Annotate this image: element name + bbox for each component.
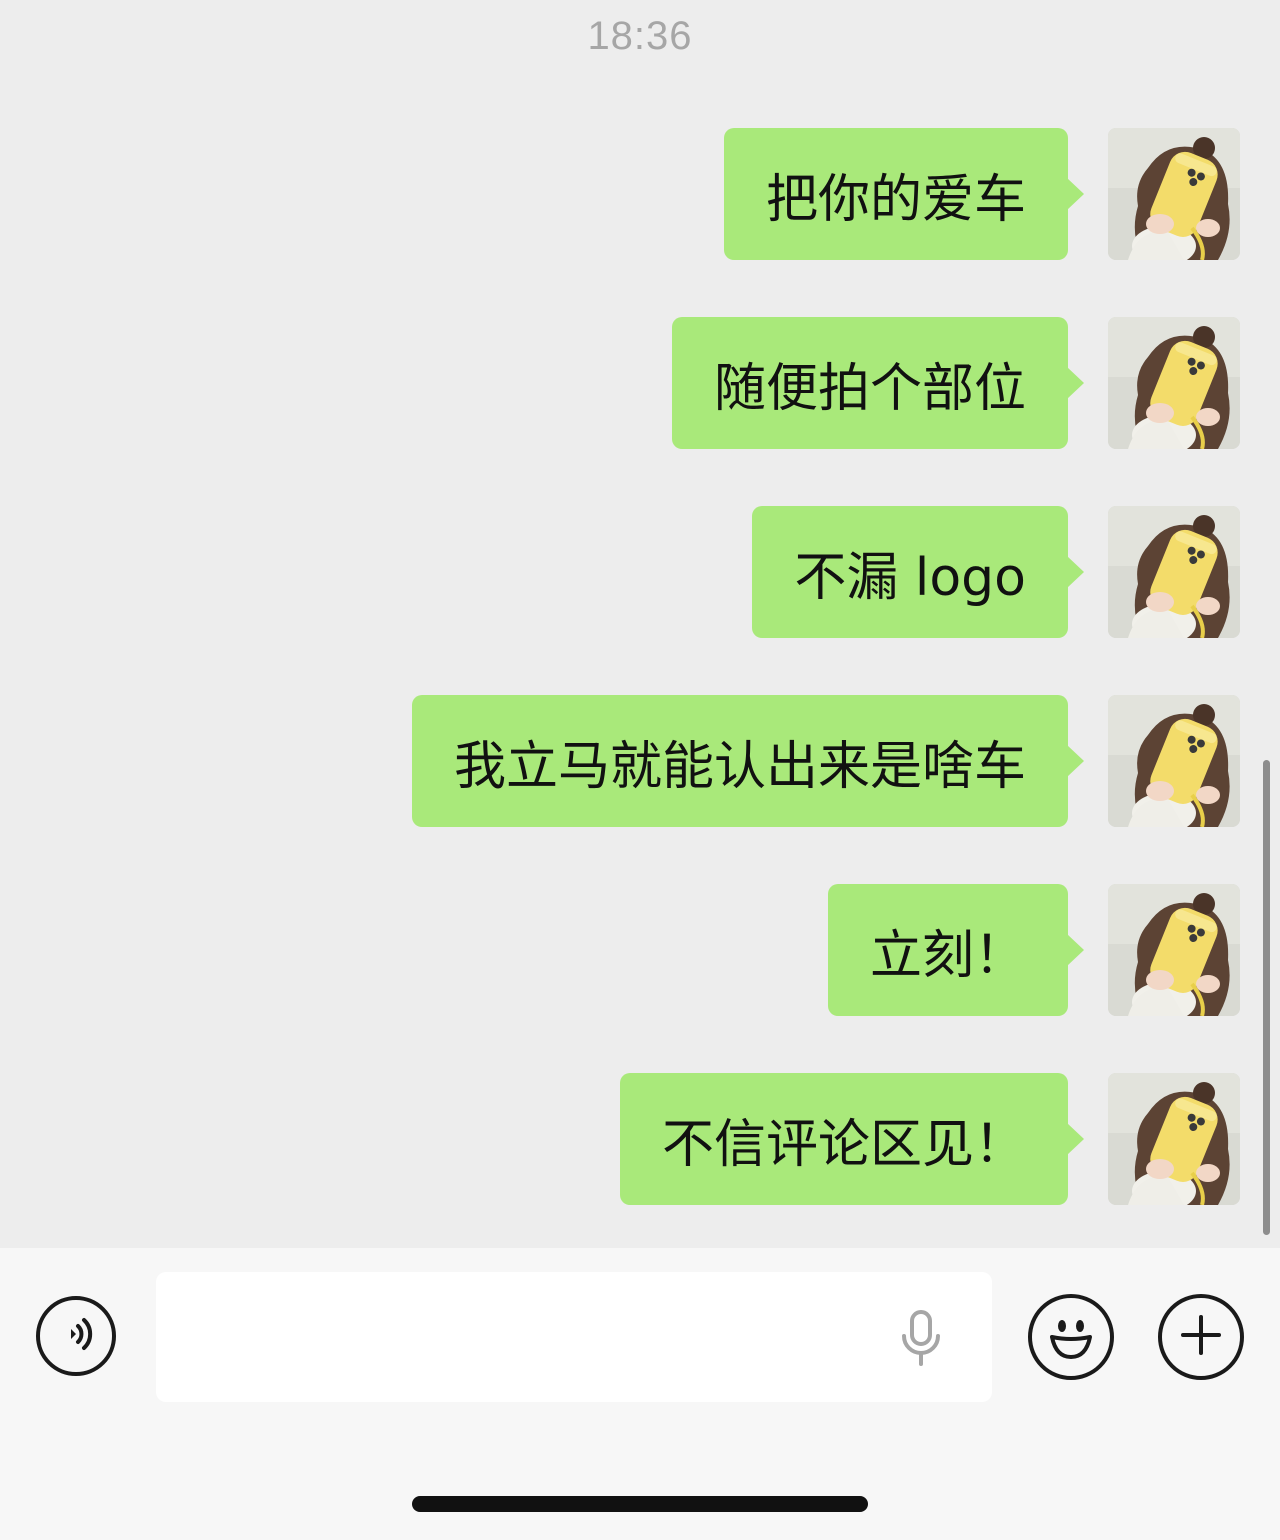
chat-scrollbar[interactable] bbox=[1263, 760, 1270, 1235]
message-row: 不漏 logo bbox=[752, 506, 1240, 640]
voice-button[interactable] bbox=[36, 1296, 116, 1376]
message-input[interactable] bbox=[156, 1272, 992, 1402]
message-bubble[interactable]: 把你的爱车 bbox=[723, 128, 1085, 260]
avatar[interactable] bbox=[1108, 317, 1240, 449]
avatar[interactable] bbox=[1108, 695, 1240, 827]
more-button[interactable] bbox=[1158, 1294, 1244, 1380]
microphone-icon[interactable] bbox=[896, 1308, 946, 1372]
home-indicator[interactable] bbox=[412, 1496, 868, 1512]
message-row: 随便拍个部位 bbox=[671, 317, 1240, 451]
message-timestamp: 18:36 bbox=[587, 14, 693, 58]
avatar[interactable] bbox=[1108, 506, 1240, 638]
plus-circle-icon bbox=[1177, 1311, 1225, 1363]
message-bubble[interactable]: 不漏 logo bbox=[752, 506, 1084, 638]
message-row: 把你的爱车 bbox=[723, 128, 1240, 262]
chat-area[interactable]: 18:36 把你的爱车 随便拍个部位 不漏 logo 我立马就能认出来是啥车 立… bbox=[0, 0, 1280, 1248]
message-bubble[interactable]: 不信评论区见！ bbox=[619, 1073, 1085, 1205]
avatar[interactable] bbox=[1108, 884, 1240, 1016]
message-row: 我立马就能认出来是啥车 bbox=[411, 695, 1240, 829]
message-bubble[interactable]: 随便拍个部位 bbox=[671, 317, 1085, 449]
avatar[interactable] bbox=[1108, 1073, 1240, 1205]
message-row: 不信评论区见！ bbox=[619, 1073, 1240, 1207]
emoji-button[interactable] bbox=[1028, 1294, 1114, 1380]
voice-wave-icon bbox=[54, 1312, 98, 1360]
message-row: 立刻！ bbox=[827, 884, 1240, 1018]
avatar[interactable] bbox=[1108, 128, 1240, 260]
message-bubble[interactable]: 我立马就能认出来是啥车 bbox=[411, 695, 1085, 827]
smiley-face-icon bbox=[1041, 1305, 1101, 1369]
message-bubble[interactable]: 立刻！ bbox=[827, 884, 1085, 1016]
